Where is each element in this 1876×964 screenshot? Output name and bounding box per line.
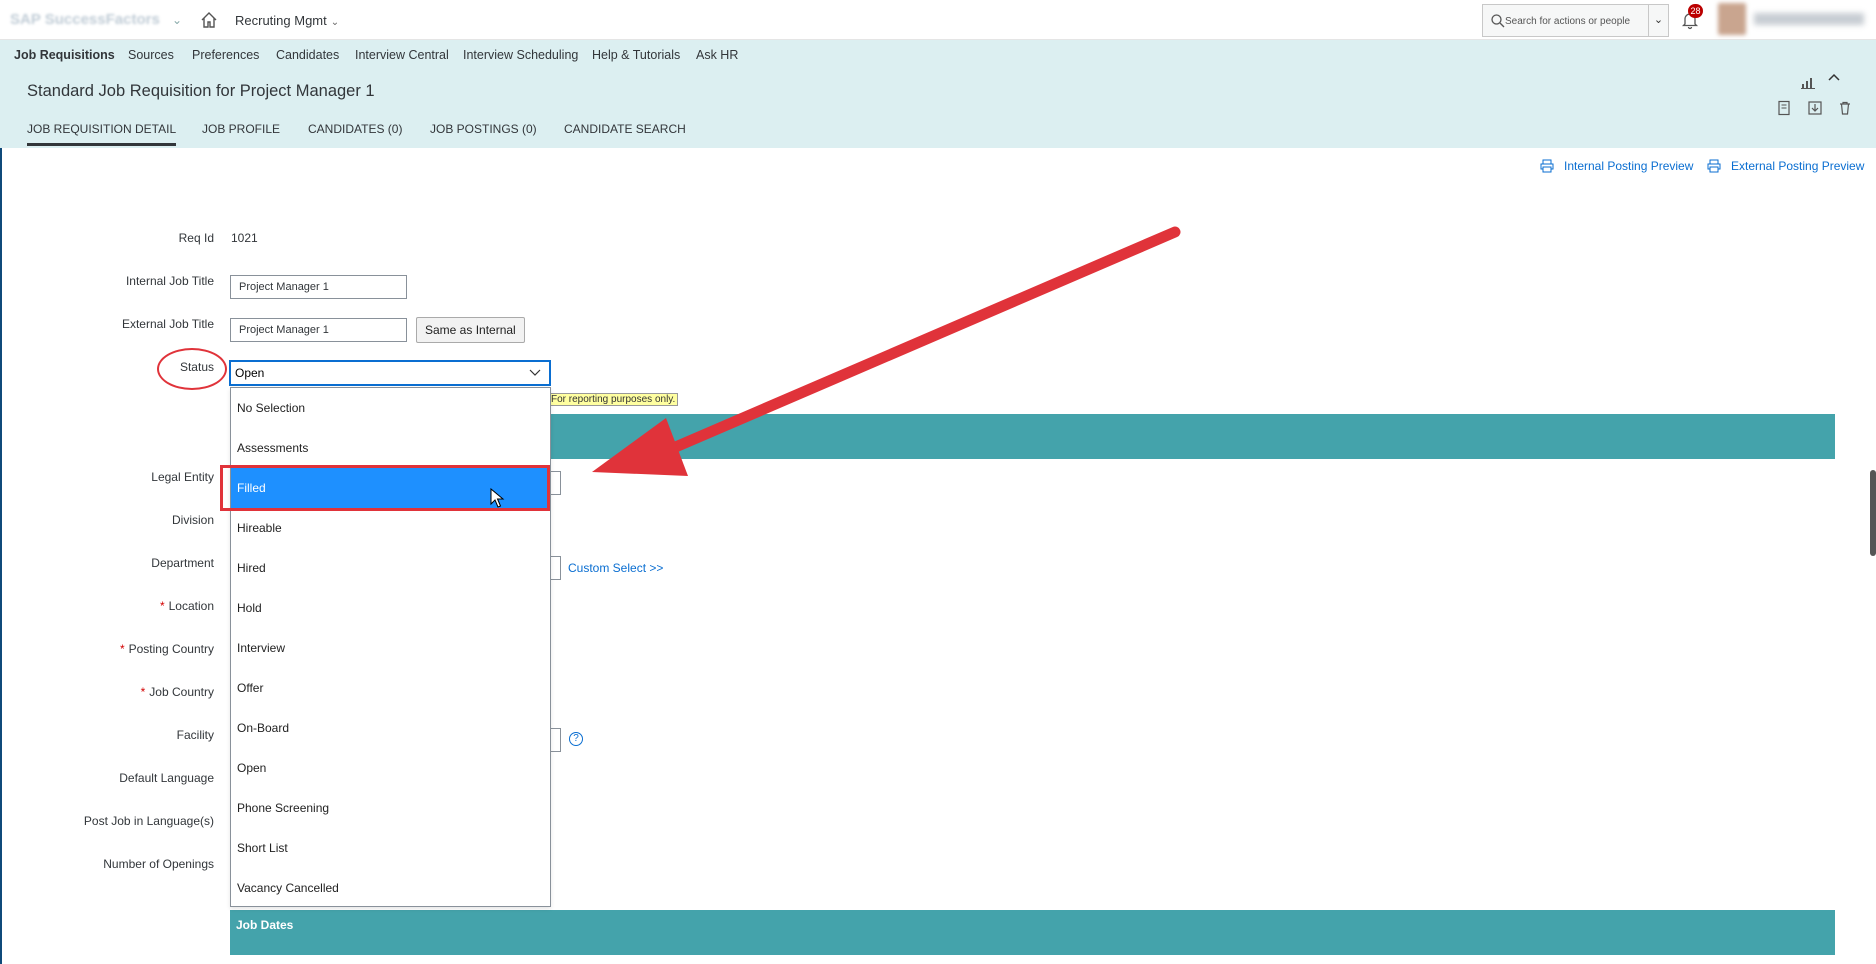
custom-select-link[interactable]: Custom Select >> <box>568 561 663 575</box>
posting-country-label-text: Posting Country <box>128 642 214 656</box>
tab-candidate-search[interactable]: CANDIDATE SEARCH <box>564 122 686 136</box>
mouse-cursor-icon <box>490 488 505 508</box>
help-icon[interactable]: ? <box>569 732 583 746</box>
search-box[interactable]: Search for actions or people ⌄ <box>1482 4 1669 37</box>
facility-label: Facility <box>176 728 214 742</box>
division-label: Division <box>171 513 214 527</box>
annotation-status-circle <box>157 348 227 390</box>
internal-job-title-input[interactable]: Project Manager 1 <box>230 275 407 299</box>
internal-job-title-label: Internal Job Title <box>125 274 214 288</box>
status-option[interactable]: Assessments <box>231 428 550 468</box>
job-dates-title: Job Dates <box>236 918 294 932</box>
tab-job-profile[interactable]: JOB PROFILE <box>202 122 280 136</box>
tab-candidates[interactable]: CANDIDATES (0) <box>308 122 402 136</box>
printer-icon <box>1540 159 1554 173</box>
requisition-header: Standard Job Requisition for Project Man… <box>0 70 1876 148</box>
required-marker: * <box>119 642 125 656</box>
status-option[interactable]: Hired <box>231 548 550 588</box>
annotation-arrow-icon <box>592 226 1181 476</box>
search-input[interactable]: Search for actions or people <box>1505 16 1630 27</box>
document-icon[interactable] <box>1776 100 1792 116</box>
req-id-value: 1021 <box>231 231 258 245</box>
number-of-openings-label: Number of Openings <box>103 857 214 871</box>
menu-interview-scheduling[interactable]: Interview Scheduling <box>463 48 578 62</box>
status-selected-value: Open <box>235 366 265 380</box>
home-icon[interactable] <box>199 10 219 30</box>
required-marker: * <box>159 599 165 613</box>
status-option[interactable]: On-Board <box>231 708 550 748</box>
chevron-down-icon: ⌄ <box>330 17 340 28</box>
scrollbar-thumb[interactable] <box>1870 470 1876 556</box>
module-menu-bar: Job Requisitions Sources Preferences Can… <box>0 40 1876 70</box>
status-option[interactable]: No Selection <box>231 388 550 428</box>
menu-preferences[interactable]: Preferences <box>192 48 259 62</box>
module-label: Recruting Mgmt <box>235 13 327 28</box>
delete-icon[interactable] <box>1837 100 1853 116</box>
external-posting-preview-link[interactable]: External Posting Preview <box>1707 159 1864 173</box>
status-select[interactable]: Open <box>229 360 551 386</box>
external-job-title-input[interactable]: Project Manager 1 <box>230 318 407 342</box>
job-country-label: * Job Country <box>24 685 214 699</box>
status-option[interactable]: Open <box>231 748 550 788</box>
post-job-language-label: Post Job in Language(s) <box>83 814 214 828</box>
posting-country-label: * Posting Country <box>24 642 214 656</box>
status-option[interactable]: Offer <box>231 668 550 708</box>
company-logo[interactable]: SAP SuccessFactors <box>10 11 160 28</box>
bar-chart-icon[interactable] <box>1800 74 1816 90</box>
status-option[interactable]: Phone Screening <box>231 788 550 828</box>
logo-chevron-icon[interactable]: ⌄ <box>172 13 182 27</box>
legal-entity-label: Legal Entity <box>151 470 214 484</box>
user-avatar[interactable] <box>1718 3 1746 35</box>
job-country-label-text: Job Country <box>149 685 214 699</box>
collapse-header-icon[interactable] <box>1826 70 1842 86</box>
page-title: Standard Job Requisition for Project Man… <box>27 82 375 100</box>
status-option[interactable]: Short List <box>231 828 550 868</box>
tab-job-postings[interactable]: JOB POSTINGS (0) <box>430 122 537 136</box>
menu-help-tutorials[interactable]: Help & Tutorials <box>592 48 680 62</box>
status-option[interactable]: Hireable <box>231 508 550 548</box>
department-label: Department <box>151 556 214 570</box>
external-posting-preview-label: External Posting Preview <box>1731 159 1865 173</box>
status-option[interactable]: Vacancy Cancelled <box>231 868 550 908</box>
internal-posting-preview-link[interactable]: Internal Posting Preview <box>1540 159 1693 173</box>
chevron-down-icon <box>529 369 541 376</box>
menu-candidates[interactable]: Candidates <box>276 48 339 62</box>
user-name-blurred[interactable] <box>1754 13 1864 25</box>
download-icon[interactable] <box>1807 100 1823 116</box>
internal-posting-preview-label: Internal Posting Preview <box>1564 159 1694 173</box>
shell-bar: SAP SuccessFactors ⌄ Recruting Mgmt ⌄ Sea… <box>0 0 1876 40</box>
location-label: * Location <box>24 599 214 613</box>
location-label-text: Location <box>168 599 214 613</box>
same-as-internal-button[interactable]: Same as Internal <box>416 317 525 343</box>
menu-job-requisitions[interactable]: Job Requisitions <box>14 48 115 62</box>
req-id-label: Req Id <box>178 231 214 245</box>
external-job-title-label: External Job Title <box>121 317 214 331</box>
module-switcher[interactable]: Recruting Mgmt ⌄ <box>235 13 339 28</box>
status-option[interactable]: Hold <box>231 588 550 628</box>
default-language-label: Default Language <box>119 771 214 785</box>
search-scope-dropdown[interactable]: ⌄ <box>1648 5 1668 36</box>
required-marker: * <box>140 685 146 699</box>
search-icon <box>1491 14 1505 28</box>
notification-count-badge: 28 <box>1688 4 1703 18</box>
job-dates-section[interactable]: Job Dates <box>230 910 1835 955</box>
menu-interview-central[interactable]: Interview Central <box>355 48 449 62</box>
menu-ask-hr[interactable]: Ask HR <box>696 48 738 62</box>
status-option[interactable]: Interview <box>231 628 550 668</box>
tab-job-requisition-detail[interactable]: JOB REQUISITION DETAIL <box>27 122 177 146</box>
printer-icon <box>1707 159 1721 173</box>
menu-sources[interactable]: Sources <box>128 48 174 62</box>
